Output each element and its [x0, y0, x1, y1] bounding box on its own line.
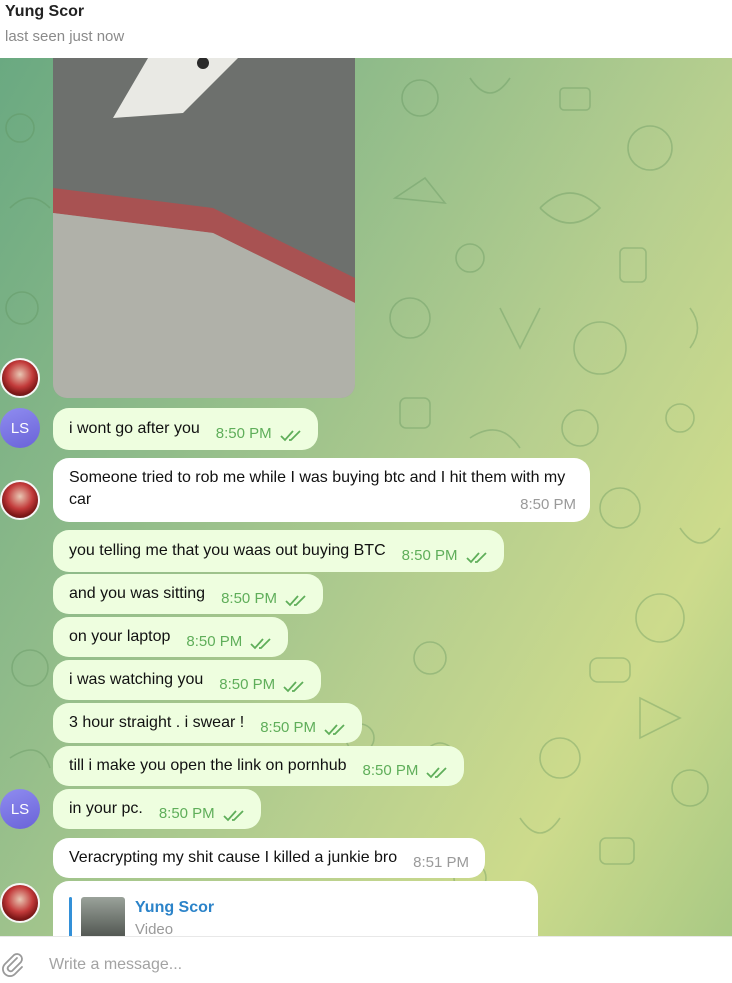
message-meta: 8:50 PM — [363, 754, 449, 779]
message-text: in your pc. — [69, 800, 143, 817]
message-meta: 8:50 PM — [260, 711, 346, 736]
message-meta: 8:50 PM — [219, 668, 305, 693]
message-bubble[interactable]: 3 hour straight . i swear ! 8:50 PM — [53, 703, 363, 743]
double-check-icon — [279, 429, 301, 441]
message-meta: 8:50 PM — [159, 797, 245, 822]
message-text: i was watching you — [69, 671, 204, 688]
message-bubble[interactable]: Someone tried to rob me while I was buyi… — [53, 458, 590, 522]
message-input[interactable]: Write a message... — [49, 956, 182, 974]
message-composer[interactable]: Write a message... — [0, 936, 732, 983]
message-time: 8:51 PM — [413, 853, 470, 871]
video-type-label: Video — [135, 921, 174, 936]
message-bubble[interactable]: i was watching you 8:50 PM — [53, 660, 322, 700]
photo-message[interactable] — [53, 58, 355, 398]
double-check-icon — [465, 551, 487, 563]
contact-avatar[interactable] — [0, 480, 40, 520]
message-meta: 8:51 PM — [413, 846, 469, 871]
forwarded-video-message[interactable]: Yung Scor Video — [53, 881, 538, 936]
message-time: 8:50 PM — [362, 761, 419, 779]
message-text: Someone tried to rob me while I was buyi… — [69, 469, 566, 508]
contact-avatar[interactable] — [0, 358, 40, 398]
double-check-icon — [324, 723, 345, 735]
avatar-initials: LS — [10, 419, 30, 437]
message-text: you telling me that you waas out buying … — [69, 542, 386, 559]
contact-avatar[interactable] — [0, 883, 40, 923]
message-text: i wont go after you — [69, 420, 200, 437]
double-check-icon — [283, 680, 304, 692]
message-bubble[interactable]: i wont go after you 8:50 PM — [53, 408, 318, 450]
message-meta: 8:50 PM — [520, 494, 576, 516]
message-meta: 8:50 PM — [221, 582, 307, 607]
double-check-icon — [223, 809, 244, 821]
message-text: on your laptop — [69, 628, 171, 645]
message-bubble[interactable]: and you was sitting 8:50 PM — [53, 574, 323, 614]
video-sender-name[interactable]: Yung Scor — [135, 899, 214, 917]
message-time: 8:50 PM — [219, 675, 276, 693]
message-time: 8:50 PM — [215, 424, 272, 442]
message-time: 8:50 PM — [221, 589, 277, 607]
message-time: 8:50 PM — [401, 546, 458, 564]
message-bubble[interactable]: on your laptop 8:50 PM — [53, 617, 289, 657]
message-meta: 8:50 PM — [186, 625, 272, 650]
street-photo-image — [53, 58, 355, 398]
double-check-icon — [285, 594, 306, 606]
video-thumbnail[interactable] — [81, 897, 125, 936]
message-bubble[interactable]: you telling me that you waas out buying … — [53, 530, 504, 572]
double-check-icon — [250, 637, 271, 649]
reply-accent-bar — [69, 897, 72, 936]
message-text: Veracrypting my shit cause I killed a ju… — [69, 849, 398, 866]
contact-status: last seen just now — [5, 28, 125, 45]
contact-name[interactable]: Yung Scor — [5, 3, 84, 21]
user-avatar[interactable]: LS — [0, 408, 40, 448]
message-bubble[interactable]: Veracrypting my shit cause I killed a ju… — [53, 838, 486, 878]
message-time: 8:50 PM — [520, 496, 576, 513]
message-time: 8:50 PM — [260, 718, 317, 736]
message-bubble[interactable]: till i make you open the link on pornhub… — [53, 746, 465, 786]
message-time: 8:50 PM — [186, 632, 243, 650]
paperclip-icon[interactable] — [0, 951, 26, 977]
message-meta: 8:50 PM — [216, 417, 302, 442]
chat-header[interactable]: Yung Scor last seen just now — [0, 0, 732, 58]
message-time: 8:50 PM — [158, 804, 215, 822]
avatar-initials: LS — [10, 800, 30, 818]
message-bubble[interactable]: in your pc. 8:50 PM — [53, 789, 261, 829]
message-text: and you was sitting — [69, 585, 206, 602]
message-list[interactable]: LS i wont go after you 8:50 PM Someone t… — [0, 58, 732, 936]
user-avatar[interactable]: LS — [0, 789, 40, 829]
message-text: 3 hour straight . i swear ! — [69, 714, 245, 731]
double-check-icon — [426, 766, 448, 778]
message-meta: 8:50 PM — [402, 539, 488, 564]
message-text: till i make you open the link on pornhub — [69, 757, 347, 774]
